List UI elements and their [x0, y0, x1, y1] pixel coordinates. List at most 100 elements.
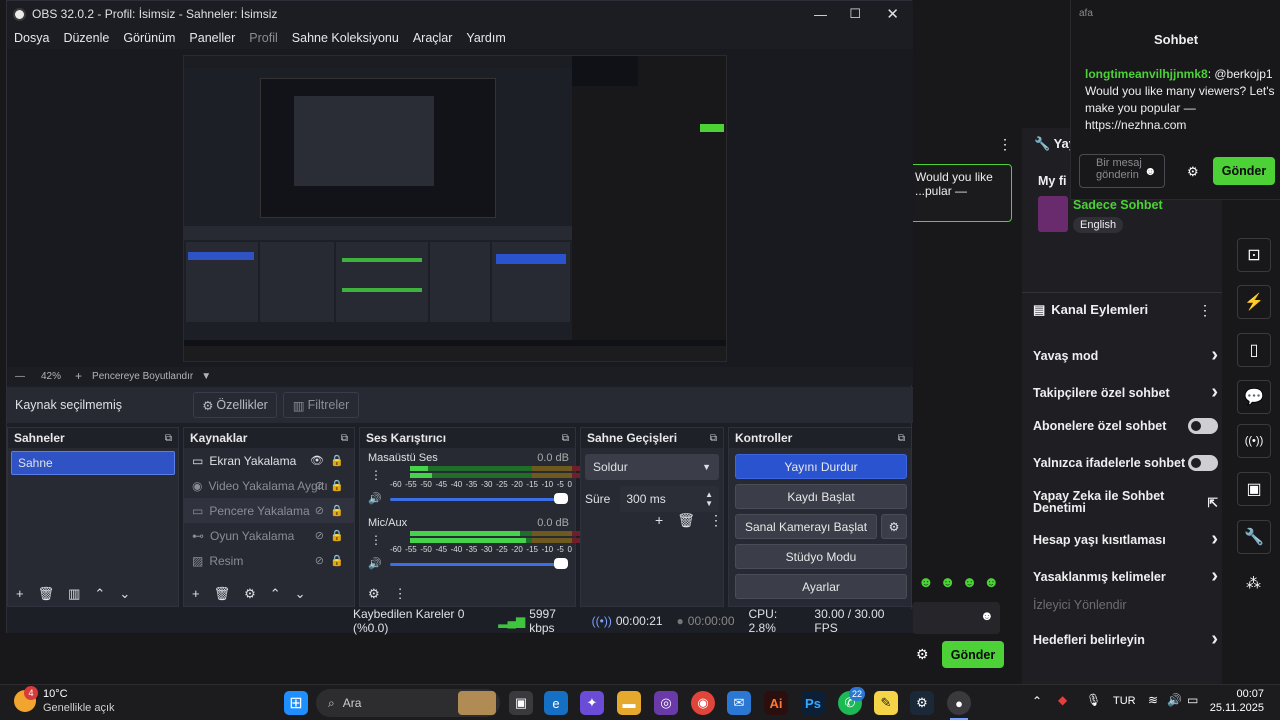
bg-kebab-icon[interactable]: ⋮	[998, 136, 1012, 153]
kanal-item[interactable]: Abonelere özel sohbet	[1033, 418, 1218, 434]
fit-window-label[interactable]: Pencereye Boyutlandır	[92, 371, 193, 382]
clock-time[interactable]: 00:07	[1216, 688, 1264, 700]
popout-icon[interactable]: ⧉	[562, 433, 569, 444]
zoom-in-button[interactable]: +	[75, 369, 82, 383]
note-icon[interactable]: ▯	[1237, 333, 1271, 367]
settings-button[interactable]: Ayarlar	[735, 574, 907, 599]
volume-handle[interactable]	[554, 493, 568, 504]
volume-slider[interactable]	[390, 498, 562, 501]
lock-icon[interactable]: 🔒	[330, 529, 344, 542]
kanal-item[interactable]: Hesap yaşı kısıtlaması ›	[1033, 528, 1218, 551]
broadcast-icon[interactable]: ((•))	[1237, 424, 1271, 458]
kanal-item[interactable]: Yavaş mod ›	[1033, 344, 1218, 367]
chat-settings-icon[interactable]: ⚙	[1187, 164, 1199, 180]
external-link-icon[interactable]: ⇱	[1208, 495, 1218, 510]
windows-start-icon[interactable]: ⊞	[284, 691, 308, 715]
mic-icon[interactable]: 🎙	[1086, 693, 1101, 707]
scene-item[interactable]: Sahne	[11, 451, 175, 475]
camera-icon[interactable]: ⊡	[1237, 238, 1271, 272]
zoom-out-button[interactable]: —	[15, 371, 25, 382]
chrome-icon[interactable]: ◉	[691, 691, 715, 715]
menu-gorunum[interactable]: Görünüm	[123, 31, 175, 45]
emoji-icon[interactable]: ☻	[1144, 164, 1157, 178]
language-indicator[interactable]: TUR	[1113, 695, 1136, 707]
menu-profil[interactable]: Profil	[249, 31, 277, 45]
layout-icon[interactable]: ▣	[1237, 472, 1271, 506]
kanal-item[interactable]: Yalnızca ifadelerle sohbet	[1033, 455, 1218, 471]
chevron-right-icon[interactable]: ›	[1211, 381, 1218, 404]
source-row[interactable]: ▨ Resim ⊘ 🔒	[184, 548, 354, 573]
add-icon[interactable]: +	[192, 586, 200, 602]
kebab-icon[interactable]: ⋮	[709, 512, 723, 529]
bg-gear-icon[interactable]: ⚙	[916, 646, 929, 663]
minimize-icon[interactable]: —	[814, 7, 827, 22]
filters-button[interactable]: ▥ Filtreler	[283, 392, 359, 418]
kanal-kebab-icon[interactable]: ⋮	[1198, 302, 1212, 319]
kanal-item[interactable]: Takipçilere özel sohbet ›	[1033, 381, 1218, 404]
photoshop-icon[interactable]: Ps	[801, 691, 825, 715]
source-row[interactable]: ◉ Video Yakalama Aygıtı ⊘ 🔒	[184, 473, 354, 498]
source-row[interactable]: ▭ Pencere Yakalama ⊘ 🔒	[184, 498, 354, 523]
eye-off-icon[interactable]: ⊘	[315, 554, 324, 567]
wrench-tool-icon[interactable]: 🔧	[1237, 520, 1271, 554]
close-icon[interactable]: ✕	[886, 5, 899, 23]
chat-bubble-icon[interactable]: 💬	[1237, 380, 1271, 414]
volume-slider[interactable]	[390, 563, 562, 566]
chat-send-button[interactable]: Gönder	[1213, 157, 1275, 185]
outlook-icon[interactable]: ✉	[727, 691, 751, 715]
source-row[interactable]: ▭ Ekran Yakalama 👁 🔒	[184, 448, 354, 473]
add-icon[interactable]: +	[16, 586, 24, 602]
virtual-camera-settings-icon[interactable]: ⚙	[881, 514, 907, 539]
bg-send-button[interactable]: Gönder	[942, 641, 1004, 668]
photos-icon[interactable]: ◎	[654, 691, 678, 715]
arrow-up-icon[interactable]: ⌃	[270, 586, 281, 602]
chat-username[interactable]: longtimeanvilhjjnmk8	[1085, 67, 1208, 81]
lock-icon[interactable]: 🔒	[330, 479, 344, 492]
trash-icon[interactable]: 🗑	[38, 586, 55, 602]
chevron-right-icon[interactable]: ›	[1211, 565, 1218, 588]
lock-icon[interactable]: 🔒	[330, 504, 344, 517]
popout-icon[interactable]: ⧉	[898, 433, 905, 444]
task-view-icon[interactable]: ▣	[509, 691, 533, 715]
eye-off-icon[interactable]: ⊘	[315, 479, 324, 492]
copilot-icon[interactable]: ✦	[580, 691, 604, 715]
menu-paneller[interactable]: Paneller	[189, 31, 235, 45]
spin-arrows-icon[interactable]: ▲ ▼	[705, 490, 713, 508]
popout-icon[interactable]: ⧉	[710, 433, 717, 444]
virtual-camera-button[interactable]: Sanal Kamerayı Başlat	[735, 514, 877, 539]
arrow-down-icon[interactable]: ⌄	[119, 586, 130, 602]
language-tag[interactable]: English	[1073, 217, 1124, 233]
chevron-right-icon[interactable]: ›	[1211, 528, 1218, 551]
chevron-right-icon[interactable]: ›	[1211, 628, 1218, 651]
gear-icon[interactable]: ⚙	[368, 586, 380, 602]
menu-araclar[interactable]: Araçlar	[413, 31, 453, 45]
trash-icon[interactable]: 🗑	[677, 512, 695, 529]
chevron-down-icon[interactable]: ▼	[201, 371, 211, 382]
nodes-icon[interactable]: ⁂	[1246, 574, 1261, 592]
kanal-item[interactable]: Hedefleri belirleyin ›	[1033, 628, 1218, 651]
maximize-icon[interactable]: ☐	[849, 6, 861, 22]
gear-icon[interactable]: ⚙	[244, 586, 256, 602]
illustrator-icon[interactable]: Ai	[764, 691, 788, 715]
arrow-up-icon[interactable]: ⌃	[94, 586, 105, 602]
speaker-icon[interactable]: 🔊	[368, 492, 382, 505]
volume-handle[interactable]	[554, 558, 568, 569]
volume-icon[interactable]: 🔊	[1167, 693, 1182, 707]
add-icon[interactable]: +	[655, 512, 663, 529]
obs-taskbar-icon[interactable]: ●	[947, 691, 971, 715]
menu-dosya[interactable]: Dosya	[14, 31, 49, 45]
start-recording-button[interactable]: Kaydı Başlat	[735, 484, 907, 509]
speaker-icon[interactable]: 🔊	[368, 557, 382, 570]
studio-mode-button[interactable]: Stüdyo Modu	[735, 544, 907, 569]
steam-icon[interactable]: ⚙	[910, 691, 934, 715]
bolt-icon[interactable]: ⚡	[1237, 285, 1271, 319]
lock-icon[interactable]: 🔒	[330, 554, 344, 567]
popout-icon[interactable]: ⧉	[341, 433, 348, 444]
trash-icon[interactable]: 🗑	[214, 586, 231, 602]
channel-menu-icon[interactable]: ⋮	[370, 468, 382, 482]
eye-off-icon[interactable]: ⊘	[315, 504, 324, 517]
source-row[interactable]: ⊷ Oyun Yakalama ⊘ 🔒	[184, 523, 354, 548]
lock-icon[interactable]: 🔒	[330, 454, 344, 467]
toggle-switch[interactable]	[1188, 455, 1218, 471]
menu-duzenle[interactable]: Düzenle	[63, 31, 109, 45]
